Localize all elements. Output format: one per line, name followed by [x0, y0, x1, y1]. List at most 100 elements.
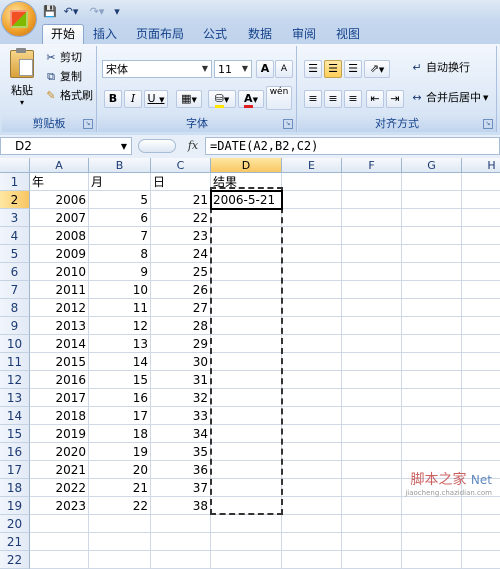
underline-button[interactable]: U ▼ [144, 90, 168, 108]
tab-page-layout[interactable]: 页面布局 [132, 25, 188, 43]
row-header-7[interactable]: 7 [0, 281, 30, 299]
row-header-21[interactable]: 21 [0, 533, 30, 551]
cell-b11[interactable]: 14 [89, 353, 151, 371]
shrink-font-button[interactable]: A [275, 60, 293, 78]
column-header-b[interactable]: B [89, 158, 151, 173]
cell-c15[interactable]: 34 [151, 425, 211, 443]
cell-c12[interactable]: 31 [151, 371, 211, 389]
cell-a5[interactable]: 2009 [30, 245, 89, 263]
row-header-19[interactable]: 19 [0, 497, 30, 515]
alignment-launcher-icon[interactable]: ↘ [483, 119, 493, 129]
cell-b14[interactable]: 17 [89, 407, 151, 425]
clipboard-launcher-icon[interactable]: ↘ [83, 119, 93, 129]
cell-c10[interactable]: 29 [151, 335, 211, 353]
row-header-13[interactable]: 13 [0, 389, 30, 407]
cell-a2[interactable]: 2006 [30, 191, 89, 209]
row-header-4[interactable]: 4 [0, 227, 30, 245]
orientation-button[interactable]: ⇗▼ [364, 60, 390, 78]
cell-c11[interactable]: 30 [151, 353, 211, 371]
cell-b9[interactable]: 12 [89, 317, 151, 335]
cell-b15[interactable]: 18 [89, 425, 151, 443]
font-name-combo[interactable]: 宋体 ▼ [102, 60, 212, 78]
spreadsheet-grid[interactable]: ABCDEFGH 1 2 3 4 5 6 7 8 9 10 11 12 13 14 15 16 17 18 19 20… [0, 158, 500, 569]
cell-b12[interactable]: 15 [89, 371, 151, 389]
cell-a13[interactable]: 2017 [30, 389, 89, 407]
cell-a12[interactable]: 2016 [30, 371, 89, 389]
row-header-18[interactable]: 18 [0, 479, 30, 497]
save-icon[interactable]: 💾 [42, 3, 58, 19]
cell-a4[interactable]: 2008 [30, 227, 89, 245]
align-middle-button[interactable]: ☰ [324, 60, 342, 78]
row-header-9[interactable]: 9 [0, 317, 30, 335]
cell-c19[interactable]: 38 [151, 497, 211, 515]
tab-review[interactable]: 审阅 [288, 25, 320, 43]
row-header-5[interactable]: 5 [0, 245, 30, 263]
align-bottom-button[interactable]: ☰ [344, 60, 362, 78]
tab-data[interactable]: 数据 [244, 25, 276, 43]
row-header-2[interactable]: 2 [0, 191, 30, 209]
cell-b13[interactable]: 16 [89, 389, 151, 407]
column-header-h[interactable]: H [462, 158, 500, 173]
font-size-combo[interactable]: 11 ▼ [214, 60, 252, 78]
row-header-3[interactable]: 3 [0, 209, 30, 227]
cell-a17[interactable]: 2021 [30, 461, 89, 479]
cell-c3[interactable]: 22 [151, 209, 211, 227]
cell-c7[interactable]: 26 [151, 281, 211, 299]
row-header-6[interactable]: 6 [0, 263, 30, 281]
cell-b5[interactable]: 8 [89, 245, 151, 263]
row-header-17[interactable]: 17 [0, 461, 30, 479]
undo-icon[interactable]: ↶▾ [60, 3, 82, 19]
grow-font-button[interactable]: A [256, 60, 274, 78]
wrap-text-button[interactable]: ↵ 自动换行 [410, 60, 470, 76]
cell-a19[interactable]: 2023 [30, 497, 89, 515]
increase-indent-button[interactable]: ⇥ [386, 90, 404, 108]
cell-a15[interactable]: 2019 [30, 425, 89, 443]
cell-b3[interactable]: 6 [89, 209, 151, 227]
cell-c16[interactable]: 35 [151, 443, 211, 461]
cell-c13[interactable]: 32 [151, 389, 211, 407]
align-center-button[interactable]: ≡ [324, 90, 342, 108]
formula-input[interactable]: =DATE(A2,B2,C2) [205, 137, 500, 155]
row-header-22[interactable]: 22 [0, 551, 30, 569]
decrease-indent-button[interactable]: ⇤ [366, 90, 384, 108]
cell-b16[interactable]: 19 [89, 443, 151, 461]
cell-a18[interactable]: 2022 [30, 479, 89, 497]
format-painter-button[interactable]: ✎ 格式刷 [44, 88, 93, 104]
cell-a16[interactable]: 2020 [30, 443, 89, 461]
cell-a6[interactable]: 2010 [30, 263, 89, 281]
cell-a11[interactable]: 2015 [30, 353, 89, 371]
cell-b1[interactable]: 月 [89, 173, 151, 191]
cell-b19[interactable]: 22 [89, 497, 151, 515]
phonetic-button[interactable]: wén [266, 86, 292, 110]
row-header-15[interactable]: 15 [0, 425, 30, 443]
column-header-g[interactable]: G [402, 158, 462, 173]
cut-button[interactable]: ✂ 剪切 [44, 50, 82, 66]
row-header-1[interactable]: 1 [0, 173, 30, 191]
row-header-12[interactable]: 12 [0, 371, 30, 389]
cell-b8[interactable]: 11 [89, 299, 151, 317]
cell-c14[interactable]: 33 [151, 407, 211, 425]
insert-function-button[interactable]: fx [182, 138, 204, 154]
column-header-d[interactable]: D [211, 158, 282, 173]
cell-c5[interactable]: 24 [151, 245, 211, 263]
paste-button[interactable]: 粘贴 ▾ [8, 48, 36, 107]
formula-bar-splitter[interactable] [138, 139, 176, 153]
column-header-f[interactable]: F [342, 158, 402, 173]
cell-c4[interactable]: 23 [151, 227, 211, 245]
select-all-corner[interactable] [0, 158, 30, 173]
align-right-button[interactable]: ≡ [344, 90, 362, 108]
cell-d2[interactable]: 2006-5-21 [211, 191, 282, 209]
cell-a8[interactable]: 2012 [30, 299, 89, 317]
row-header-14[interactable]: 14 [0, 407, 30, 425]
column-header-e[interactable]: E [282, 158, 342, 173]
cell-b6[interactable]: 9 [89, 263, 151, 281]
cell-a10[interactable]: 2014 [30, 335, 89, 353]
cell-b7[interactable]: 10 [89, 281, 151, 299]
row-header-16[interactable]: 16 [0, 443, 30, 461]
redo-icon[interactable]: ↷▾ [86, 3, 108, 19]
cell-c17[interactable]: 36 [151, 461, 211, 479]
cell-b2[interactable]: 5 [89, 191, 151, 209]
font-color-button[interactable]: A▼ [238, 90, 264, 108]
paste-dropdown-icon[interactable]: ▾ [8, 98, 36, 107]
tab-insert[interactable]: 插入 [90, 25, 120, 43]
